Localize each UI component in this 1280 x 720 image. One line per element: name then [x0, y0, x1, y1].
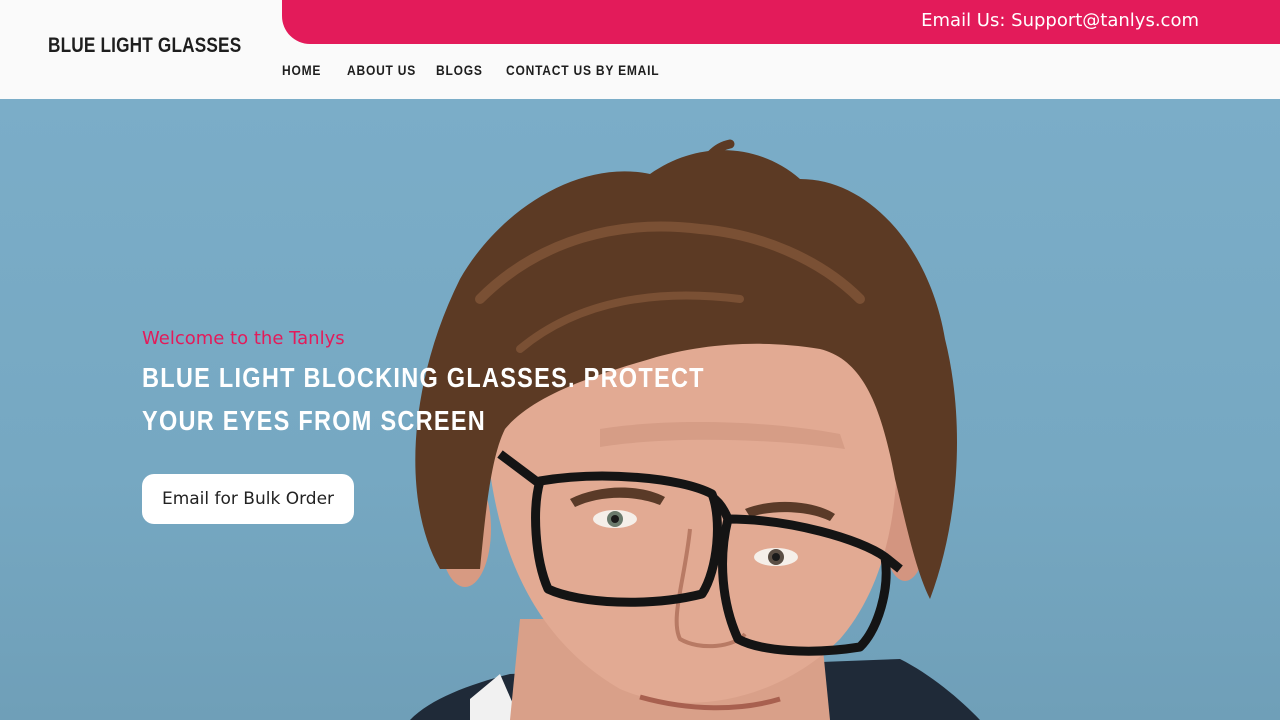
hero-banner: Welcome to the Tanlys BLUE LIGHT BLOCKIN… [0, 99, 1280, 720]
welcome-text: Welcome to the Tanlys [142, 328, 345, 349]
nav-contact-us-by-email[interactable]: CONTACT US BY EMAIL [506, 62, 659, 78]
site-header: BLUE LIGHT GLASSES Email Us: Support@tan… [0, 0, 1280, 99]
support-email-link[interactable]: Email Us: Support@tanlys.com [921, 10, 1199, 31]
nav-about-us[interactable]: ABOUT US [347, 62, 416, 78]
site-logo[interactable]: BLUE LIGHT GLASSES [48, 34, 241, 58]
email-bulk-order-button[interactable]: Email for Bulk Order [142, 474, 354, 524]
nav-home[interactable]: HOME [282, 62, 321, 78]
top-contact-bar: Email Us: Support@tanlys.com [282, 0, 1280, 44]
nav-blogs[interactable]: BLOGS [436, 62, 483, 78]
hero-headline: BLUE LIGHT BLOCKING GLASSES. PROTECT YOU… [142, 362, 705, 436]
